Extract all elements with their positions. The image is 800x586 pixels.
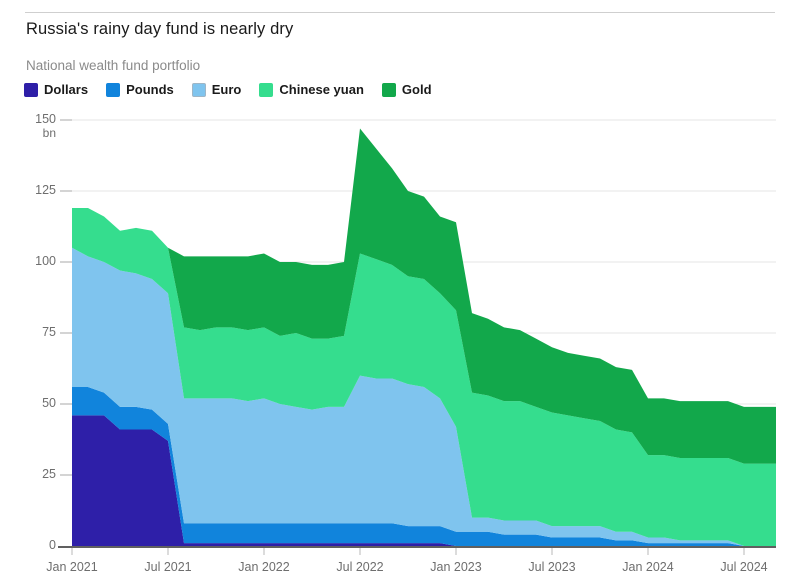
x-tick-label: Jan 2022 bbox=[238, 560, 290, 574]
x-tick-label: Jul 2021 bbox=[144, 560, 192, 574]
x-tick-label: Jan 2023 bbox=[430, 560, 482, 574]
y-tick-label: 125 bbox=[35, 183, 56, 197]
y-tick-label: 25 bbox=[42, 467, 56, 481]
x-tick-label: Jan 2021 bbox=[46, 560, 98, 574]
x-tick-label: Jul 2024 bbox=[720, 560, 768, 574]
y-tick-label: 150 bbox=[35, 112, 56, 126]
x-tick-label: Jan 2024 bbox=[622, 560, 674, 574]
y-tick-label: 100 bbox=[35, 254, 56, 268]
x-tick-label: Jul 2022 bbox=[336, 560, 384, 574]
plot-area: 0 25 50 75 100 125 150 bn Jan 2021 Jul 2021 Jan 2… bbox=[0, 0, 800, 586]
chart-page: Russia's rainy day fund is nearly dry Na… bbox=[0, 0, 800, 586]
y-axis-unit-label: bn bbox=[42, 126, 56, 140]
x-tick-label: Jul 2023 bbox=[528, 560, 576, 574]
y-tick-label: 0 bbox=[49, 538, 56, 552]
y-tick-label: 75 bbox=[42, 325, 56, 339]
y-tick-label: 50 bbox=[42, 396, 56, 410]
stacked-area-svg bbox=[58, 119, 776, 555]
